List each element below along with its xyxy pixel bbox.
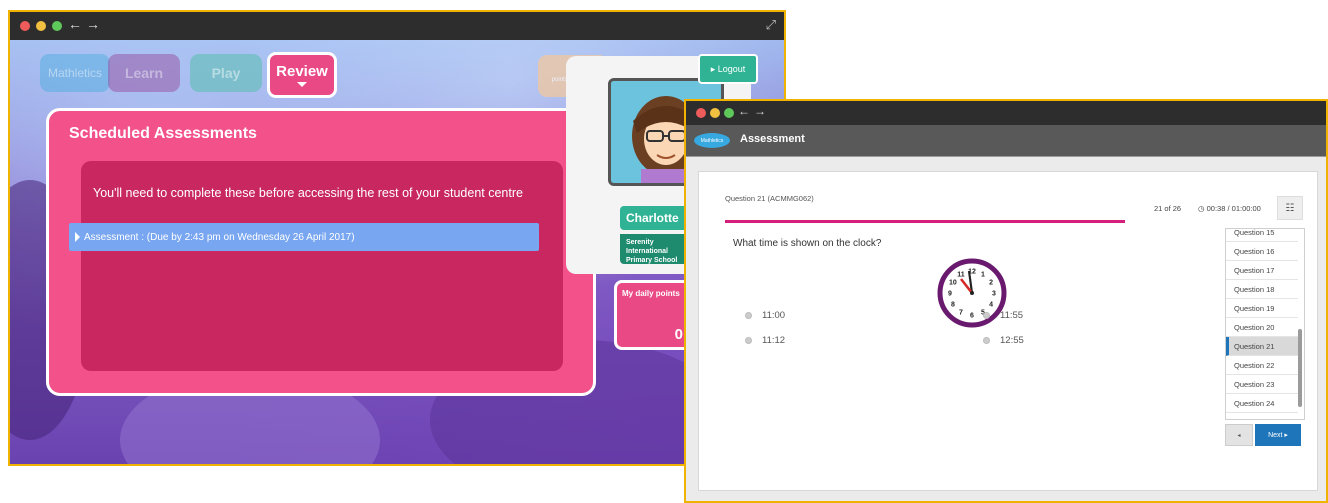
assessments-list: You'll need to complete these before acc… <box>69 161 563 371</box>
back-forward-icon[interactable]: ←→ <box>738 104 770 118</box>
assessment-label: Assessment : (Due by 2:43 pm on Wednesda… <box>84 231 355 243</box>
nav-review-label: Review <box>276 63 328 80</box>
nav-learn[interactable]: Learn <box>108 54 180 92</box>
answer-option[interactable]: 11:55 <box>983 310 1023 321</box>
minimize-dot[interactable] <box>710 108 720 118</box>
answer-option[interactable]: 12:55 <box>983 335 1024 346</box>
answer-label: 11:55 <box>1000 310 1024 321</box>
play-arrow-icon <box>75 232 80 242</box>
radio-button[interactable] <box>983 337 990 344</box>
clock-number: 4 <box>989 302 993 309</box>
question-list: Question 15 Question 16 Question 17 Questio… <box>1225 228 1305 420</box>
question-menu-button[interactable]: ☷ <box>1277 196 1303 220</box>
minimize-dot[interactable] <box>36 21 46 31</box>
instruction-text: You'll need to complete these before acc… <box>93 186 523 200</box>
close-dot[interactable] <box>20 21 30 31</box>
question-list-item[interactable]: Question 21 <box>1226 337 1298 356</box>
prev-button[interactable]: ◂ <box>1225 424 1253 446</box>
assessment-window: ←→ Mathletics Assessment Question 21 (AC… <box>684 99 1328 503</box>
logout-button[interactable]: ▸ Logout <box>698 54 758 84</box>
scrollbar[interactable] <box>1298 329 1302 407</box>
student-centre-scene: Mathletics Learn Play Review Scheduled A… <box>10 40 784 464</box>
school-name: Serenity International Primary School <box>620 234 690 264</box>
nav-mathletics[interactable]: Mathletics <box>40 54 110 92</box>
question-list-item[interactable]: Question 22 <box>1226 356 1298 375</box>
question-list-item[interactable]: Question 16 <box>1226 242 1298 261</box>
back-forward-icon[interactable]: ←→ <box>68 16 104 32</box>
clock-number: 10 <box>949 280 957 287</box>
assessment-header: Mathletics Assessment <box>686 125 1326 157</box>
nav-mathletics-label: Mathletics <box>47 66 103 80</box>
page-title: Assessment <box>740 133 805 145</box>
answer-option[interactable]: 11:12 <box>745 335 785 346</box>
student-name: Charlotte <box>620 206 690 230</box>
radio-button[interactable] <box>745 312 752 319</box>
question-list-item[interactable]: Question 17 <box>1226 261 1298 280</box>
daily-points-value: 0 <box>674 326 683 343</box>
clock-number: 1 <box>981 271 985 278</box>
assessment-item[interactable]: Assessment : (Due by 2:43 pm on Wednesda… <box>69 223 539 251</box>
question-count: 21 of 26 <box>1154 204 1182 213</box>
timer: ◷ 00:38 / 01:00:00 <box>1198 204 1261 213</box>
radio-button[interactable] <box>745 337 752 344</box>
question-id: Question 21 (ACMMG062) <box>725 194 814 203</box>
question-list-item[interactable]: Question 15 <box>1226 229 1298 242</box>
question-text: What time is shown on the clock? <box>733 238 882 249</box>
question-panel: Question 21 (ACMMG062) 21 of 26 ◷ 00:38 … <box>698 171 1318 491</box>
radio-button[interactable] <box>983 312 990 319</box>
clock-number: 11 <box>957 271 965 278</box>
nav-play-label: Play <box>211 65 241 81</box>
answer-option[interactable]: 11:00 <box>745 310 785 321</box>
daily-points-label: My daily points <box>622 289 680 298</box>
answer-label: 11:00 <box>762 310 786 321</box>
question-list-item[interactable]: Question 19 <box>1226 299 1298 318</box>
close-dot[interactable] <box>696 108 706 118</box>
maximize-dot[interactable] <box>52 21 62 31</box>
next-button[interactable]: Next ▸ <box>1255 424 1301 446</box>
nav-play[interactable]: Play <box>190 54 262 92</box>
scheduled-assessments-panel: Scheduled Assessments You'll need to com… <box>46 108 596 396</box>
question-list-item[interactable]: Question 20 <box>1226 318 1298 337</box>
mathletics-window: ←→ ⤢ Mathletics Learn Play Review Schedu… <box>8 10 786 466</box>
clock-number: 6 <box>970 313 974 320</box>
window-titlebar: ←→ ⤢ <box>10 12 784 40</box>
question-list-items: Question 15 Question 16 Question 17 Questio… <box>1226 229 1304 413</box>
question-list-item[interactable]: Question 24 <box>1226 394 1298 413</box>
expand-icon[interactable]: ⤢ <box>766 17 776 33</box>
window-titlebar: ←→ <box>686 101 1326 125</box>
daily-points-card: My daily points 0 <box>614 280 694 350</box>
question-list-item[interactable]: Question 23 <box>1226 375 1298 394</box>
answer-label: 12:55 <box>1000 335 1024 346</box>
clock-number: 2 <box>989 280 993 287</box>
mathletics-logo: Mathletics <box>694 133 730 148</box>
progress-bar <box>725 220 1125 223</box>
question-list-item[interactable]: Question 18 <box>1226 280 1298 299</box>
clock-number: 3 <box>992 291 996 298</box>
nav-learn-label: Learn <box>124 65 164 81</box>
maximize-dot[interactable] <box>724 108 734 118</box>
clock-number: 9 <box>948 291 952 298</box>
panel-title: Scheduled Assessments <box>69 125 257 142</box>
clock-number: 7 <box>959 310 963 317</box>
clock-number: 8 <box>951 302 955 309</box>
caret-down-icon <box>297 82 307 87</box>
answer-label: 11:12 <box>762 335 786 346</box>
nav-review[interactable]: Review <box>267 52 337 98</box>
